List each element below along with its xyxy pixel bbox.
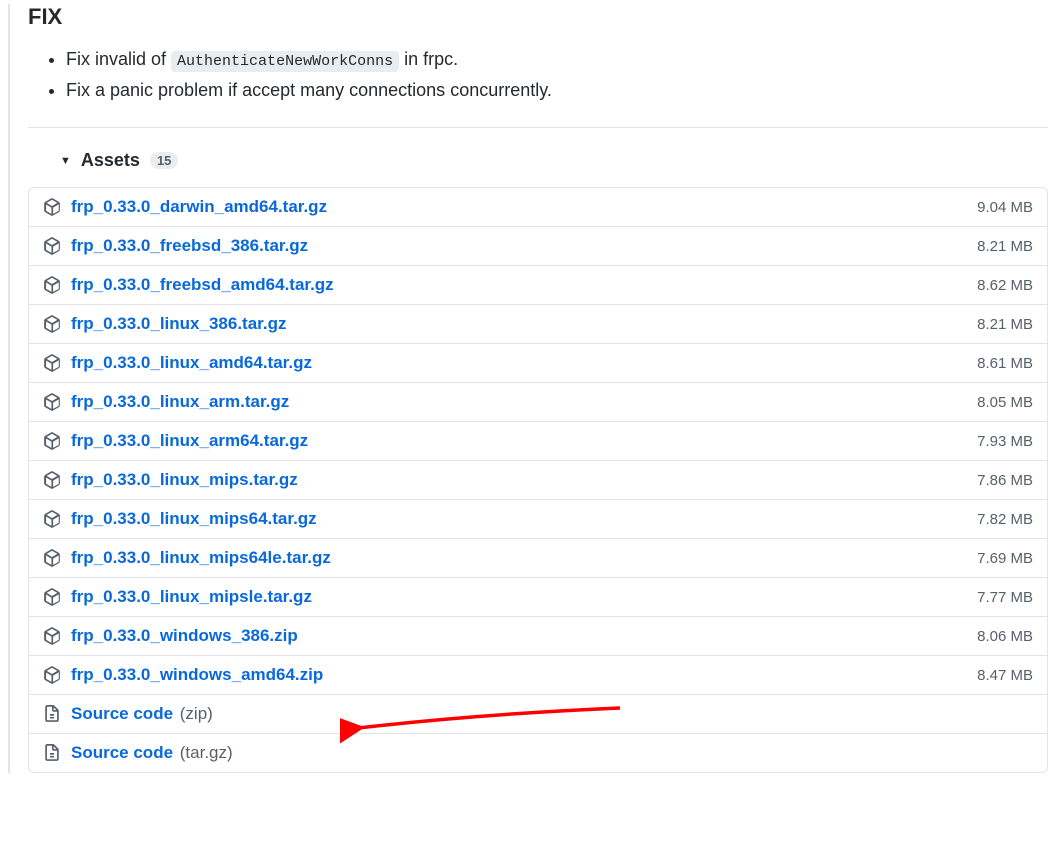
asset-link[interactable]: frp_0.33.0_linux_mips64.tar.gz (71, 509, 317, 529)
asset-link[interactable]: Source code (zip) (71, 704, 213, 724)
package-icon (43, 432, 61, 450)
package-icon (43, 354, 61, 372)
asset-link[interactable]: frp_0.33.0_linux_arm.tar.gz (71, 392, 289, 412)
file-zip-icon (43, 744, 61, 762)
package-icon (43, 198, 61, 216)
package-icon (43, 276, 61, 294)
assets-label: Assets (81, 150, 140, 171)
asset-row: frp_0.33.0_linux_arm64.tar.gz 7.93 MB (29, 421, 1047, 460)
asset-size: 7.82 MB (977, 511, 1033, 528)
asset-row: frp_0.33.0_windows_386.zip 8.06 MB (29, 616, 1047, 655)
asset-link[interactable]: frp_0.33.0_freebsd_386.tar.gz (71, 236, 308, 256)
asset-link[interactable]: frp_0.33.0_windows_amd64.zip (71, 665, 323, 685)
asset-link[interactable]: frp_0.33.0_darwin_amd64.tar.gz (71, 197, 327, 217)
package-icon (43, 627, 61, 645)
asset-row: frp_0.33.0_linux_386.tar.gz 8.21 MB (29, 304, 1047, 343)
asset-extension: (tar.gz) (175, 743, 233, 762)
asset-link[interactable]: frp_0.33.0_linux_arm64.tar.gz (71, 431, 308, 451)
fix-bullet: Fix invalid of AuthenticateNewWorkConns … (66, 44, 1048, 75)
assets-count-badge: 15 (150, 152, 178, 169)
package-icon (43, 393, 61, 411)
package-icon (43, 315, 61, 333)
asset-size: 7.77 MB (977, 589, 1033, 606)
asset-size: 7.69 MB (977, 550, 1033, 567)
asset-extension: (zip) (175, 704, 213, 723)
asset-link[interactable]: Source code (tar.gz) (71, 743, 233, 763)
asset-link[interactable]: frp_0.33.0_windows_386.zip (71, 626, 298, 646)
caret-down-icon: ▼ (60, 155, 71, 167)
package-icon (43, 549, 61, 567)
asset-size: 7.86 MB (977, 472, 1033, 489)
asset-row: Source code (zip) (29, 694, 1047, 733)
asset-row: frp_0.33.0_linux_mips.tar.gz 7.86 MB (29, 460, 1047, 499)
asset-row: Source code (tar.gz) (29, 733, 1047, 772)
package-icon (43, 471, 61, 489)
asset-row: frp_0.33.0_freebsd_386.tar.gz 8.21 MB (29, 226, 1047, 265)
assets-toggle[interactable]: ▼ Assets 15 (60, 150, 178, 171)
asset-link[interactable]: frp_0.33.0_linux_mips.tar.gz (71, 470, 298, 490)
asset-size: 8.62 MB (977, 277, 1033, 294)
package-icon (43, 510, 61, 528)
file-zip-icon (43, 705, 61, 723)
asset-link[interactable]: frp_0.33.0_linux_386.tar.gz (71, 314, 286, 334)
asset-row: frp_0.33.0_windows_amd64.zip 8.47 MB (29, 655, 1047, 694)
package-icon (43, 237, 61, 255)
asset-size: 8.05 MB (977, 394, 1033, 411)
asset-row: frp_0.33.0_linux_mipsle.tar.gz 7.77 MB (29, 577, 1047, 616)
asset-row: frp_0.33.0_freebsd_amd64.tar.gz 8.62 MB (29, 265, 1047, 304)
package-icon (43, 588, 61, 606)
asset-size: 9.04 MB (977, 199, 1033, 216)
asset-row: frp_0.33.0_linux_mips64le.tar.gz 7.69 MB (29, 538, 1047, 577)
asset-size: 8.21 MB (977, 238, 1033, 255)
asset-row: frp_0.33.0_linux_amd64.tar.gz 8.61 MB (29, 343, 1047, 382)
asset-row: frp_0.33.0_linux_mips64.tar.gz 7.82 MB (29, 499, 1047, 538)
asset-link[interactable]: frp_0.33.0_freebsd_amd64.tar.gz (71, 275, 334, 295)
package-icon (43, 666, 61, 684)
fix-bullet: Fix a panic problem if accept many conne… (66, 75, 1048, 106)
fix-heading: FIX (28, 4, 1048, 30)
asset-size: 8.21 MB (977, 316, 1033, 333)
asset-size: 7.93 MB (977, 433, 1033, 450)
asset-link[interactable]: frp_0.33.0_linux_mips64le.tar.gz (71, 548, 331, 568)
fix-bullet-list: Fix invalid of AuthenticateNewWorkConns … (44, 44, 1048, 105)
asset-row: frp_0.33.0_darwin_amd64.tar.gz 9.04 MB (29, 188, 1047, 226)
divider (28, 127, 1048, 128)
asset-row: frp_0.33.0_linux_arm.tar.gz 8.05 MB (29, 382, 1047, 421)
asset-list: frp_0.33.0_darwin_amd64.tar.gz9.04 MBfrp… (28, 187, 1048, 773)
asset-link[interactable]: frp_0.33.0_linux_mipsle.tar.gz (71, 587, 312, 607)
asset-link[interactable]: frp_0.33.0_linux_amd64.tar.gz (71, 353, 312, 373)
asset-size: 8.47 MB (977, 667, 1033, 684)
asset-size: 8.61 MB (977, 355, 1033, 372)
inline-code: AuthenticateNewWorkConns (171, 51, 399, 72)
asset-size: 8.06 MB (977, 628, 1033, 645)
